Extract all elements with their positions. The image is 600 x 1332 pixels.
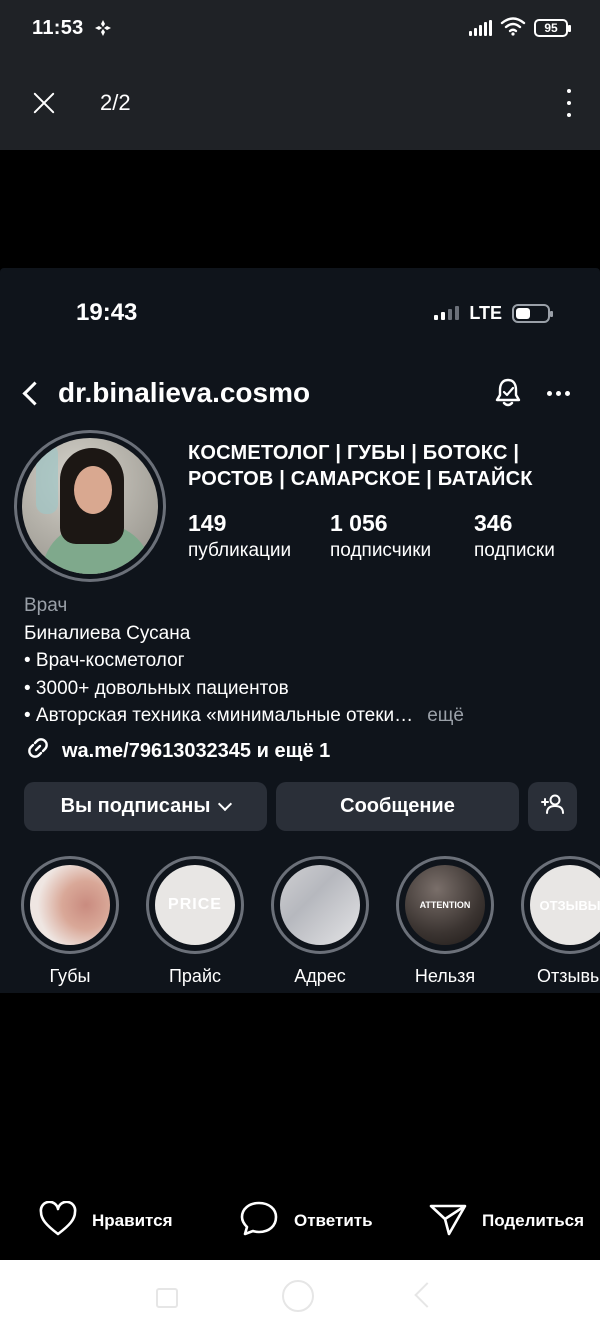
- highlight-cover: ОТЗЫВЫ: [530, 865, 600, 945]
- story-highlights: Губы PRICE Прайс Адрес ATTENTION Нельзя …: [0, 856, 600, 986]
- like-label: Нравится: [92, 1211, 173, 1230]
- avatar-photo: [22, 438, 158, 574]
- system-status-bar: 11:53 95: [0, 0, 600, 56]
- wifi-icon: [500, 16, 526, 41]
- stat-number: 1 056: [330, 510, 388, 536]
- battery-indicator: 95: [534, 19, 571, 37]
- link-text: wa.me/79613032345 и ещё 1: [62, 739, 331, 762]
- battery-icon: [512, 303, 553, 323]
- screenshot-status-bar: 19:43 LTE: [0, 268, 600, 358]
- stat-number: 346: [474, 510, 513, 536]
- highlight-label: Губы: [49, 966, 91, 986]
- message-button[interactable]: Сообщение: [276, 782, 519, 831]
- highlight-cover: PRICE: [155, 865, 235, 945]
- bio-line: • Авторская техника «минимальные отеки…: [24, 705, 414, 726]
- highlight-lips[interactable]: Губы: [20, 856, 120, 987]
- link-icon: [24, 734, 52, 768]
- highlight-cover: ATTENTION: [405, 865, 485, 945]
- message-label: Сообщение: [340, 795, 455, 817]
- signal-icon: [434, 306, 460, 320]
- profile-category: Врач: [24, 595, 68, 616]
- profile-username: dr.binalieva.cosmo: [58, 377, 311, 408]
- close-icon[interactable]: [30, 89, 58, 117]
- stat-posts[interactable]: 149 публикации: [188, 508, 310, 564]
- viewer-toolbar: 2/2: [0, 56, 600, 150]
- gamepad-icon: [94, 19, 112, 37]
- stat-following[interactable]: 346 подписки: [474, 508, 555, 564]
- highlight-reviews[interactable]: ОТЗЫВЫ Отзывы: [520, 856, 600, 987]
- profile-bio: Врач Биналиева Сусана • Врач-косметолог …: [24, 592, 584, 730]
- back-button[interactable]: [414, 1282, 440, 1308]
- highlight-cover: [280, 865, 360, 945]
- highlight-label: Нельзя: [414, 966, 476, 986]
- network-label: LTE: [469, 302, 502, 323]
- chat-bubble-icon: [238, 1199, 280, 1244]
- system-time: 11:53: [32, 16, 84, 39]
- stat-number: 149: [188, 510, 227, 536]
- highlight-cover: [30, 865, 110, 945]
- profile-name: Биналиева Сусана: [24, 622, 191, 644]
- bio-line: • 3000+ довольных пациентов: [24, 677, 289, 699]
- suggest-people-button[interactable]: [528, 782, 577, 831]
- stat-label: публикации: [188, 540, 292, 561]
- recents-button[interactable]: [156, 1288, 178, 1308]
- back-arrow-icon[interactable]: [20, 382, 42, 404]
- heart-icon: [38, 1200, 78, 1242]
- shared-screenshot: 19:43 LTE dr.binalieva.cosmo КОСМЕТОЛОГ …: [0, 268, 600, 993]
- following-button[interactable]: Вы подписаны: [24, 782, 267, 831]
- more-options-icon[interactable]: [547, 390, 570, 396]
- home-button[interactable]: [282, 1280, 314, 1312]
- profile-header: dr.binalieva.cosmo: [0, 368, 600, 418]
- highlight-label: Прайс: [168, 966, 221, 986]
- like-button[interactable]: Нравится: [38, 1200, 173, 1242]
- reply-button[interactable]: Ответить: [238, 1199, 373, 1244]
- highlight-price[interactable]: PRICE Прайс: [145, 856, 245, 987]
- following-label: Вы подписаны: [60, 795, 211, 817]
- screenshot-time: 19:43: [76, 299, 138, 326]
- highlight-label: Отзывы: [537, 966, 600, 986]
- stat-label: подписчики: [330, 540, 432, 561]
- share-button[interactable]: Поделиться: [428, 1201, 584, 1242]
- more-options-icon[interactable]: [564, 89, 574, 117]
- stat-label: подписки: [474, 540, 555, 561]
- image-counter: 2/2: [100, 90, 131, 115]
- reply-label: Ответить: [294, 1211, 373, 1230]
- highlight-forbidden[interactable]: ATTENTION Нельзя: [395, 856, 495, 987]
- signal-icon: [469, 20, 492, 36]
- stat-followers[interactable]: 1 056 подписчики: [330, 508, 454, 564]
- notification-bell-icon[interactable]: [491, 376, 525, 410]
- chevron-down-icon: [218, 796, 233, 811]
- share-label: Поделиться: [482, 1211, 585, 1230]
- profile-actions: Вы подписаны Сообщение: [24, 782, 577, 831]
- story-actions: Нравится Ответить Поделиться: [0, 1190, 600, 1252]
- highlight-address[interactable]: Адрес: [270, 856, 370, 987]
- send-icon: [428, 1201, 468, 1242]
- bio-line: • Врач-косметолог: [24, 650, 185, 671]
- system-nav-bar: [0, 1260, 600, 1332]
- profile-link[interactable]: wa.me/79613032345 и ещё 1: [24, 734, 330, 768]
- profile-headline: КОСМЕТОЛОГ | ГУБЫ | БОТОКС | РОСТОВ | СА…: [188, 442, 533, 490]
- highlight-label: Адрес: [294, 966, 346, 986]
- add-person-icon: [540, 793, 566, 821]
- profile-stats: 149 публикации 1 056 подписчики 346 подп…: [188, 508, 575, 564]
- bio-more-link[interactable]: ещё: [427, 705, 464, 726]
- profile-avatar[interactable]: [14, 430, 166, 582]
